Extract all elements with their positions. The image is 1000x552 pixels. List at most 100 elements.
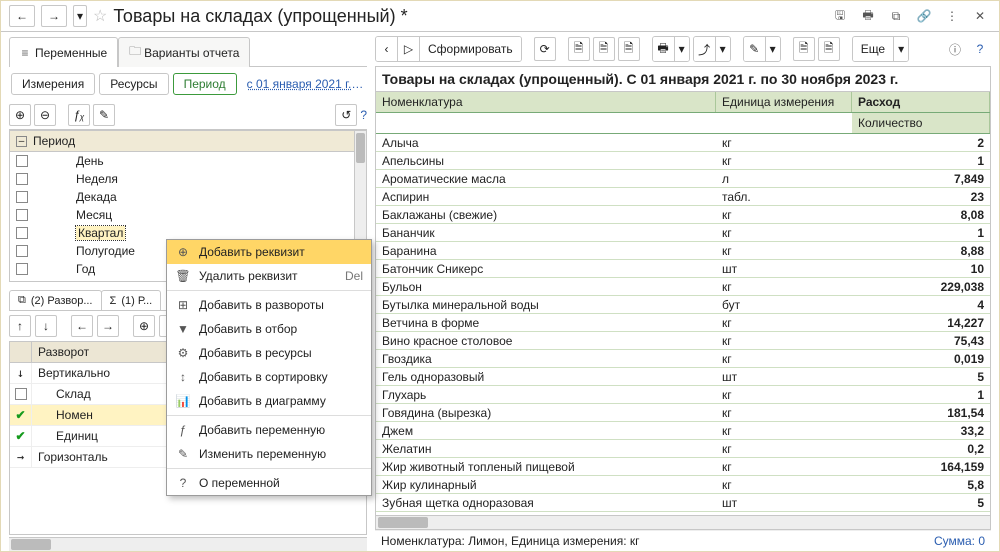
tree-item[interactable]: Неделя bbox=[10, 170, 366, 188]
table-row[interactable]: Вино красное столовоекг75,43 bbox=[376, 332, 990, 350]
print-dd[interactable]: ▾ bbox=[675, 37, 689, 61]
table-row[interactable]: Апельсиныкг1 bbox=[376, 152, 990, 170]
pivot-add-button[interactable]: ⊕ bbox=[133, 315, 155, 337]
menu-item[interactable]: ✎Изменить переменную bbox=[167, 442, 371, 466]
col-nomenclature[interactable]: Номенклатура bbox=[376, 92, 716, 112]
help-link[interactable]: ? bbox=[360, 108, 367, 122]
table-row[interactable]: Джемкг33,2 bbox=[376, 422, 990, 440]
menu-item[interactable]: ?О переменной bbox=[167, 471, 371, 495]
add-button[interactable]: ⊕ bbox=[9, 104, 31, 126]
tree-item[interactable]: Месяц bbox=[10, 206, 366, 224]
context-menu[interactable]: ⊕Добавить реквизит🗑Удалить реквизитDel ⊞Д… bbox=[166, 239, 372, 496]
export-button[interactable]: ⤴ bbox=[694, 37, 716, 61]
checkbox-icon[interactable] bbox=[16, 155, 28, 167]
table-row[interactable]: Алычакг2 bbox=[376, 134, 990, 152]
menu-item[interactable]: ⚙Добавить в ресурсы bbox=[167, 341, 371, 365]
grid-hscroll[interactable] bbox=[376, 515, 990, 529]
table-row[interactable]: Баранинакг8,88 bbox=[376, 242, 990, 260]
col-qty[interactable]: Количество bbox=[852, 113, 990, 133]
copy-icon[interactable]: ⧉ bbox=[885, 6, 907, 26]
checkbox-icon[interactable] bbox=[16, 245, 28, 257]
table-row[interactable]: Жир кулинарныйкг5,8 bbox=[376, 476, 990, 494]
nav-back-button[interactable]: ← bbox=[9, 5, 35, 27]
collapse-icon[interactable]: – bbox=[16, 136, 27, 147]
checkbox-icon[interactable] bbox=[16, 263, 28, 275]
play-button[interactable]: ▷ bbox=[398, 37, 420, 61]
pivot-tab-2[interactable]: Σ(1) Р... bbox=[101, 290, 162, 310]
move-right-button[interactable]: → bbox=[97, 315, 119, 337]
tab-variables[interactable]: ≡Переменные bbox=[9, 37, 118, 67]
help-icon[interactable]: ? bbox=[969, 39, 991, 59]
grid-body[interactable]: Алычакг2Апельсиныкг1Ароматические маслал… bbox=[376, 134, 990, 515]
table-row[interactable]: Гвоздикакг0,019 bbox=[376, 350, 990, 368]
nav-dropdown-button[interactable]: ▾ bbox=[73, 5, 87, 27]
pen-dd[interactable]: ▾ bbox=[766, 37, 780, 61]
more-button[interactable]: Еще bbox=[853, 37, 894, 61]
star-icon[interactable]: ☆ bbox=[93, 6, 107, 26]
menu-item[interactable]: ▼Добавить в отбор bbox=[167, 317, 371, 341]
pivot-tab-1[interactable]: ⧉(2) Развор... bbox=[9, 290, 102, 310]
menu-item[interactable]: ⊞Добавить в развороты bbox=[167, 293, 371, 317]
table-row[interactable]: Говядина (вырезка)кг181,54 bbox=[376, 404, 990, 422]
move-left-button[interactable]: ← bbox=[71, 315, 93, 337]
table-row[interactable]: Ветчина в формекг14,227 bbox=[376, 314, 990, 332]
checkbox-icon[interactable] bbox=[16, 173, 28, 185]
pill-resources[interactable]: Ресурсы bbox=[99, 73, 168, 95]
table-row[interactable]: Гель одноразовыйшт5 bbox=[376, 368, 990, 386]
doc2-button[interactable]: 🗎 bbox=[593, 37, 615, 61]
menu-item[interactable]: 📊Добавить в диаграмму bbox=[167, 389, 371, 413]
more-dd[interactable]: ▾ bbox=[894, 37, 908, 61]
pen-button[interactable]: ✎ bbox=[744, 37, 766, 61]
menu-item[interactable]: ↕Добавить в сортировку bbox=[167, 365, 371, 389]
close-icon[interactable]: ✕ bbox=[969, 6, 991, 26]
table-row[interactable]: Ароматические маслал7,849 bbox=[376, 170, 990, 188]
fx-button[interactable]: ƒᵪ bbox=[68, 104, 90, 126]
tree-root-row[interactable]: – Период bbox=[10, 131, 366, 152]
export-dd[interactable]: ▾ bbox=[716, 37, 730, 61]
doc1-button[interactable]: 🗎 bbox=[568, 37, 590, 61]
print-button[interactable]: 🖶 bbox=[653, 37, 675, 61]
print-icon[interactable]: 🖶 bbox=[857, 6, 879, 26]
menu-item[interactable]: ƒДобавить переменную bbox=[167, 418, 371, 442]
left-hscroll[interactable] bbox=[9, 537, 367, 551]
table-row[interactable]: Бананчиккг1 bbox=[376, 224, 990, 242]
table-row[interactable]: Баклажаны (свежие)кг8,08 bbox=[376, 206, 990, 224]
table-row[interactable]: Зубная щетка одноразоваяшт5 bbox=[376, 494, 990, 512]
menu-item[interactable]: ⊕Добавить реквизит bbox=[167, 240, 371, 264]
docf-button[interactable]: 🗎 bbox=[818, 37, 840, 61]
edit-button[interactable]: ✎ bbox=[93, 104, 115, 126]
period-link[interactable]: с 01 января 2021 г. по ... bbox=[247, 77, 365, 91]
doce-button[interactable]: 🗎 bbox=[793, 37, 815, 61]
table-row[interactable]: Жир животный топленый пищевойкг164,159 bbox=[376, 458, 990, 476]
nav-forward-button[interactable]: → bbox=[41, 5, 67, 27]
table-row[interactable]: Желатинкг0,2 bbox=[376, 440, 990, 458]
move-up-button[interactable]: ↑ bbox=[9, 315, 31, 337]
tab-variants[interactable]: 🗀Варианты отчета bbox=[118, 37, 250, 67]
delete-button[interactable]: ⊖ bbox=[34, 104, 56, 126]
prev-button[interactable]: ‹ bbox=[376, 37, 398, 61]
menu-item[interactable]: 🗑Удалить реквизитDel bbox=[167, 264, 371, 288]
move-down-button[interactable]: ↓ bbox=[35, 315, 57, 337]
table-row[interactable]: Глухарькг1 bbox=[376, 386, 990, 404]
refresh-button[interactable]: ⟳ bbox=[534, 37, 556, 61]
generate-button[interactable]: Сформировать bbox=[420, 37, 521, 61]
table-row[interactable]: Бутылка минеральной водыбут4 bbox=[376, 296, 990, 314]
checkbox-icon[interactable] bbox=[16, 191, 28, 203]
checkbox-icon[interactable] bbox=[16, 209, 28, 221]
checkbox-icon[interactable] bbox=[16, 227, 28, 239]
doc3-button[interactable]: 🗎 bbox=[618, 37, 640, 61]
tree-item[interactable]: Декада bbox=[10, 188, 366, 206]
pill-measures[interactable]: Измерения bbox=[11, 73, 95, 95]
col-expense[interactable]: Расход bbox=[852, 92, 990, 112]
pill-period[interactable]: Период bbox=[173, 73, 237, 95]
info-icon[interactable]: ⓘ bbox=[944, 39, 966, 59]
tree-item[interactable]: День bbox=[10, 152, 366, 170]
more-icon[interactable]: ⋮ bbox=[941, 6, 963, 26]
link-icon[interactable]: 🔗 bbox=[913, 6, 935, 26]
table-row[interactable]: Аспиринтабл.23 bbox=[376, 188, 990, 206]
undo-button[interactable]: ↺ bbox=[335, 104, 357, 126]
table-row[interactable]: Бульонкг229,038 bbox=[376, 278, 990, 296]
table-row[interactable]: Батончик Сникерсшт10 bbox=[376, 260, 990, 278]
col-unit[interactable]: Единица измерения bbox=[716, 92, 852, 112]
save-icon[interactable]: 🖫 bbox=[829, 6, 851, 26]
